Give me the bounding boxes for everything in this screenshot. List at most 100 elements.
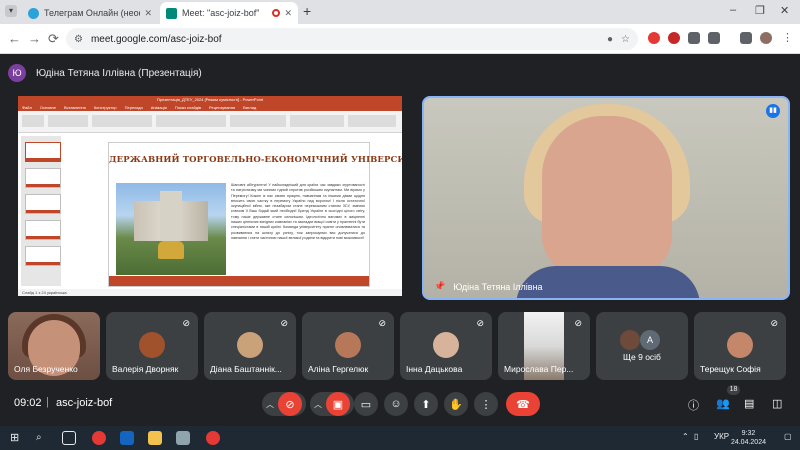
ribbon-tab: Показ слайдів xyxy=(174,105,202,110)
info-icon[interactable]: ⓘ xyxy=(688,397,699,413)
participant-name: Терещук Софія xyxy=(700,364,761,374)
active-speaker-tile[interactable]: ▮▮ 📌 Юдіна Тетяна Іллівна xyxy=(422,96,790,300)
participant-name: Діана Баштаннік... xyxy=(210,364,282,374)
participant-tile[interactable]: Оля Безрученко xyxy=(8,312,100,380)
task-view-icon[interactable] xyxy=(62,431,76,445)
presentation-tile[interactable]: Презентація_ДТЕУ_2024 [Режим сумісності]… xyxy=(18,96,402,296)
reload-button[interactable]: ⟳ xyxy=(48,31,59,47)
participant-tile[interactable]: ⊘ Аліна Гергелюк xyxy=(302,312,394,380)
meeting-code: asc-joiz-bof xyxy=(56,397,113,409)
profile-avatar[interactable] xyxy=(760,32,772,44)
avatar xyxy=(433,332,459,358)
mic-icon[interactable]: ● xyxy=(607,34,613,45)
camera-toggle[interactable]: ︿ ▣ xyxy=(310,392,354,416)
ribbon-tab: Вигляд xyxy=(243,105,257,110)
captions-button[interactable]: ▭ xyxy=(354,392,378,416)
browser-tab-strip: ▾ Телеграм Онлайн (неофіційни ✕ Meet: "a… xyxy=(0,0,800,24)
more-participants-tile[interactable]: А Ще 9 осіб xyxy=(596,312,688,380)
slide-thumbnail xyxy=(25,194,61,214)
tab-meet[interactable]: Meet: "asc-joiz-bof" ✕ xyxy=(160,2,298,24)
presenter-label: Юдіна Тетяна Іллівна (Презентація) xyxy=(36,67,202,79)
leave-call-button[interactable]: ☎ xyxy=(506,392,540,416)
clock-date: 24.04.2024 xyxy=(730,439,766,446)
extension-icon[interactable] xyxy=(648,32,660,44)
emoji-button[interactable]: ☺ xyxy=(384,392,408,416)
new-tab-button[interactable]: + xyxy=(303,3,311,19)
notifications-icon[interactable]: ▢ xyxy=(784,432,792,441)
mic-off-icon: ⊘ xyxy=(770,318,778,328)
opera-extension-icon[interactable] xyxy=(668,32,680,44)
tab-search-icon[interactable]: ▾ xyxy=(5,5,17,17)
more-options-button[interactable]: ⋮ xyxy=(474,392,498,416)
participant-name: Оля Безрученко xyxy=(14,364,78,374)
site-info-icon[interactable]: ⚙ xyxy=(74,34,83,45)
chevron-up-icon[interactable]: ︿ xyxy=(266,399,274,410)
chrome-icon[interactable] xyxy=(206,431,220,445)
close-tab-icon[interactable]: ✕ xyxy=(144,8,152,19)
close-window-button[interactable]: ✕ xyxy=(780,4,789,17)
keyboard-language[interactable]: УКР xyxy=(714,432,729,441)
mic-off-icon: ⊘ xyxy=(182,318,190,328)
slide-thumbnails xyxy=(21,136,61,286)
camera-off-icon[interactable]: ▣ xyxy=(326,392,350,416)
emoji-icon: ☺ xyxy=(390,398,402,410)
windows-taskbar: ⊞ ⌕ ⌃ ▯ УКР 9:32 24.04.2024 ▢ xyxy=(0,426,800,450)
telegram-icon xyxy=(28,7,39,19)
participant-name: Аліна Гергелюк xyxy=(308,364,369,374)
activities-icon[interactable]: ◫ xyxy=(772,397,782,410)
participant-tile[interactable]: ⊘ Терещук Софія xyxy=(694,312,786,380)
chat-icon[interactable]: ▤ xyxy=(744,397,754,410)
search-icon[interactable]: ⌕ xyxy=(36,431,50,445)
powerpoint-status-bar: Слайд 1 з 24 українська xyxy=(18,289,402,296)
mic-off-icon[interactable]: ⊘ xyxy=(278,392,302,416)
extensions-puzzle-icon[interactable] xyxy=(708,32,720,44)
participant-name: Інна Дацькова xyxy=(406,364,463,374)
extension-icon[interactable] xyxy=(688,32,700,44)
current-slide: ДЕРЖАВНИЙ ТОРГОВЕЛЬНО-ЕКОНОМІЧНИЙ УНІВЕР… xyxy=(108,142,402,287)
participant-tile[interactable]: ⊘ Діана Баштаннік... xyxy=(204,312,296,380)
close-tab-icon[interactable]: ✕ xyxy=(284,8,292,19)
pin-icon[interactable]: 📌 xyxy=(434,281,445,292)
ribbon-tab: Анімація xyxy=(150,105,167,110)
restore-button[interactable]: ❐ xyxy=(755,4,765,17)
slide-thumbnail xyxy=(25,168,61,188)
file-explorer-icon[interactable] xyxy=(148,431,162,445)
avatar xyxy=(620,330,640,350)
powerpoint-ribbon xyxy=(18,111,402,133)
people-icon[interactable]: 👥 xyxy=(716,397,730,410)
address-bar-row: ← → ⟳ ⚙ meet.google.com/asc-joiz-bof ● ☆… xyxy=(0,24,800,54)
present-button[interactable]: ⬆ xyxy=(414,392,438,416)
app-icon[interactable] xyxy=(176,431,190,445)
network-icon[interactable]: ▯ xyxy=(694,432,698,441)
chevron-up-icon[interactable]: ︿ xyxy=(314,399,322,410)
tray-chevron-icon[interactable]: ⌃ xyxy=(682,432,689,441)
omnibox[interactable]: ⚙ meet.google.com/asc-joiz-bof ● ☆ xyxy=(66,28,638,50)
system-clock[interactable]: 9:32 24.04.2024 xyxy=(731,429,766,447)
participant-name: Мирослава Пер... xyxy=(504,364,574,374)
slide-footer-band xyxy=(109,276,369,286)
tab-meet-label: Meet: "asc-joiz-bof" xyxy=(182,8,260,18)
bookmark-star-icon[interactable]: ☆ xyxy=(621,34,630,45)
windows-start-icon[interactable]: ⊞ xyxy=(10,431,24,445)
presenter-avatar: Ю xyxy=(8,64,26,82)
speaker-name: Юдіна Тетяна Іллівна xyxy=(453,281,543,292)
slide-heading: ДЕРЖАВНИЙ ТОРГОВЕЛЬНО-ЕКОНОМІЧНИЙ УНІВЕР… xyxy=(109,155,402,165)
outlook-icon[interactable] xyxy=(120,431,134,445)
slide-thumbnail xyxy=(25,142,61,162)
forward-button[interactable]: → xyxy=(28,31,41,46)
mic-toggle[interactable]: ︿ ⊘ xyxy=(262,392,306,416)
meeting-controls: 09:02 | asc-joiz-bof ︿ ⊘ ︿ ▣ ▭ ☺ ⬆ ✋ ⋮ ☎… xyxy=(0,386,800,424)
participant-tile[interactable]: ⊘ Валерія Дворняк xyxy=(106,312,198,380)
participant-tile[interactable]: ⊘ Інна Дацькова xyxy=(400,312,492,380)
present-icon: ⬆ xyxy=(421,398,431,411)
chrome-icon[interactable] xyxy=(92,431,106,445)
chrome-menu-icon[interactable]: ⋮ xyxy=(782,31,793,44)
media-controls-icon[interactable] xyxy=(740,32,752,44)
participant-tile[interactable]: ⊘ Мирослава Пер... xyxy=(498,312,590,380)
raise-hand-button[interactable]: ✋ xyxy=(444,392,468,416)
speaker-name-label: 📌 Юдіна Тетяна Іллівна xyxy=(434,281,543,292)
avatar xyxy=(139,332,165,358)
minimize-button[interactable]: – xyxy=(730,4,736,16)
tab-telegram[interactable]: Телеграм Онлайн (неофіційни ✕ xyxy=(22,2,158,24)
back-button[interactable]: ← xyxy=(8,31,21,46)
